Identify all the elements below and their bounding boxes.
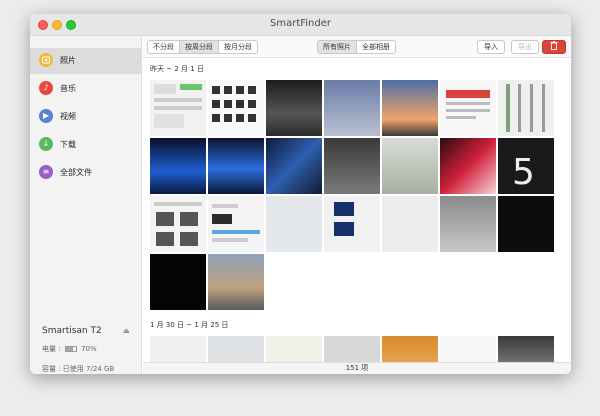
photo-thumbnail[interactable] [440, 80, 496, 136]
trash-icon [550, 41, 558, 51]
photo-thumbnail[interactable] [324, 336, 380, 362]
photo-grid-area: 昨天 ~ 2 月 1 日 5 1 月 30 日 ~ 1 月 25 日 [143, 58, 571, 362]
photo-thumbnail[interactable] [208, 138, 264, 194]
battery-status: 电量 : 70% [42, 344, 97, 354]
sidebar-item-music[interactable]: ♪ 音乐 [30, 76, 142, 102]
photo-thumbnail[interactable] [498, 80, 554, 136]
photo-thumbnail[interactable] [266, 196, 322, 252]
segment-by-month[interactable]: 按月分段 [219, 41, 257, 53]
battery-value: 70% [81, 345, 97, 353]
filter-segmented-control: 所有照片 全部相册 [317, 40, 396, 54]
photo-thumbnail[interactable] [382, 196, 438, 252]
photo-thumbnail[interactable] [150, 138, 206, 194]
download-icon: ↓ [39, 137, 53, 151]
window-title: SmartFinder [269, 18, 331, 29]
photo-thumbnail[interactable]: 5 [498, 138, 554, 194]
sidebar-item-label: 全部文件 [60, 168, 92, 177]
sidebar-item-video[interactable]: ▶ 视频 [30, 104, 142, 130]
export-button[interactable]: 导出 [511, 40, 539, 54]
photo-thumbnail[interactable] [382, 336, 438, 362]
app-window: SmartFinder 照片 ♪ 音乐 ▶ 视频 ↓ 下载 ≡ 全部文件 Sma… [30, 14, 571, 374]
photo-thumbnail[interactable] [440, 336, 496, 362]
section-header: 昨天 ~ 2 月 1 日 [150, 65, 204, 73]
photo-thumbnail[interactable] [208, 254, 264, 310]
photo-thumbnail[interactable] [324, 80, 380, 136]
photo-icon [39, 53, 53, 67]
photo-thumbnail[interactable] [266, 336, 322, 362]
sidebar-item-label: 视频 [60, 112, 76, 121]
sidebar-item-label: 音乐 [60, 84, 76, 93]
photo-thumbnail[interactable] [266, 80, 322, 136]
segment-all-photos[interactable]: 所有照片 [318, 41, 357, 53]
section-header: 1 月 30 日 ~ 1 月 25 日 [150, 321, 229, 329]
svg-text:5: 5 [512, 152, 535, 193]
battery-icon [64, 346, 77, 352]
photo-thumbnail[interactable] [208, 80, 264, 136]
photo-thumbnail[interactable] [208, 336, 264, 362]
title-bar: SmartFinder [30, 14, 571, 36]
photo-thumbnail[interactable] [324, 196, 380, 252]
segment-by-week[interactable]: 按周分段 [180, 41, 219, 53]
storage-capacity: 容量 : 已使用 7/24 GB [42, 365, 115, 373]
sidebar-item-label: 下载 [60, 140, 76, 149]
photo-thumbnail[interactable] [440, 138, 496, 194]
photo-thumbnail[interactable] [382, 138, 438, 194]
photo-thumbnail[interactable] [150, 336, 206, 362]
segment-all-albums[interactable]: 全部相册 [357, 41, 395, 53]
photo-thumbnail[interactable] [498, 196, 554, 252]
grouping-segmented-control: 不分段 按周分段 按月分段 [147, 40, 258, 54]
photo-thumbnail[interactable] [150, 254, 206, 310]
item-count: 151 项 [143, 362, 571, 374]
photo-thumbnail[interactable] [150, 80, 206, 136]
files-icon: ≡ [39, 165, 53, 179]
sidebar-item-photos[interactable]: 照片 [30, 48, 142, 74]
import-button[interactable]: 导入 [477, 40, 505, 54]
eject-icon[interactable]: ⏏ [123, 327, 130, 335]
sidebar-item-downloads[interactable]: ↓ 下载 [30, 132, 142, 158]
video-icon: ▶ [39, 109, 53, 123]
photo-thumbnail[interactable] [382, 80, 438, 136]
sidebar-item-label: 照片 [60, 56, 76, 65]
sidebar-item-all-files[interactable]: ≡ 全部文件 [30, 160, 142, 186]
photo-thumbnail[interactable] [208, 196, 264, 252]
battery-label: 电量 : [42, 345, 61, 353]
photo-thumbnail[interactable] [266, 138, 322, 194]
toolbar: 不分段 按周分段 按月分段 所有照片 全部相册 导入 导出 [143, 36, 571, 58]
sidebar: 照片 ♪ 音乐 ▶ 视频 ↓ 下载 ≡ 全部文件 Smartisan T2 ⏏ … [30, 36, 142, 374]
photo-thumbnail[interactable] [150, 196, 206, 252]
photo-thumbnail[interactable] [324, 138, 380, 194]
segment-no-group[interactable]: 不分段 [148, 41, 180, 53]
device-name: Smartisan T2 [42, 326, 102, 336]
delete-button[interactable] [542, 40, 566, 54]
photo-thumbnail[interactable] [440, 196, 496, 252]
photo-thumbnail[interactable] [498, 336, 554, 362]
music-icon: ♪ [39, 81, 53, 95]
